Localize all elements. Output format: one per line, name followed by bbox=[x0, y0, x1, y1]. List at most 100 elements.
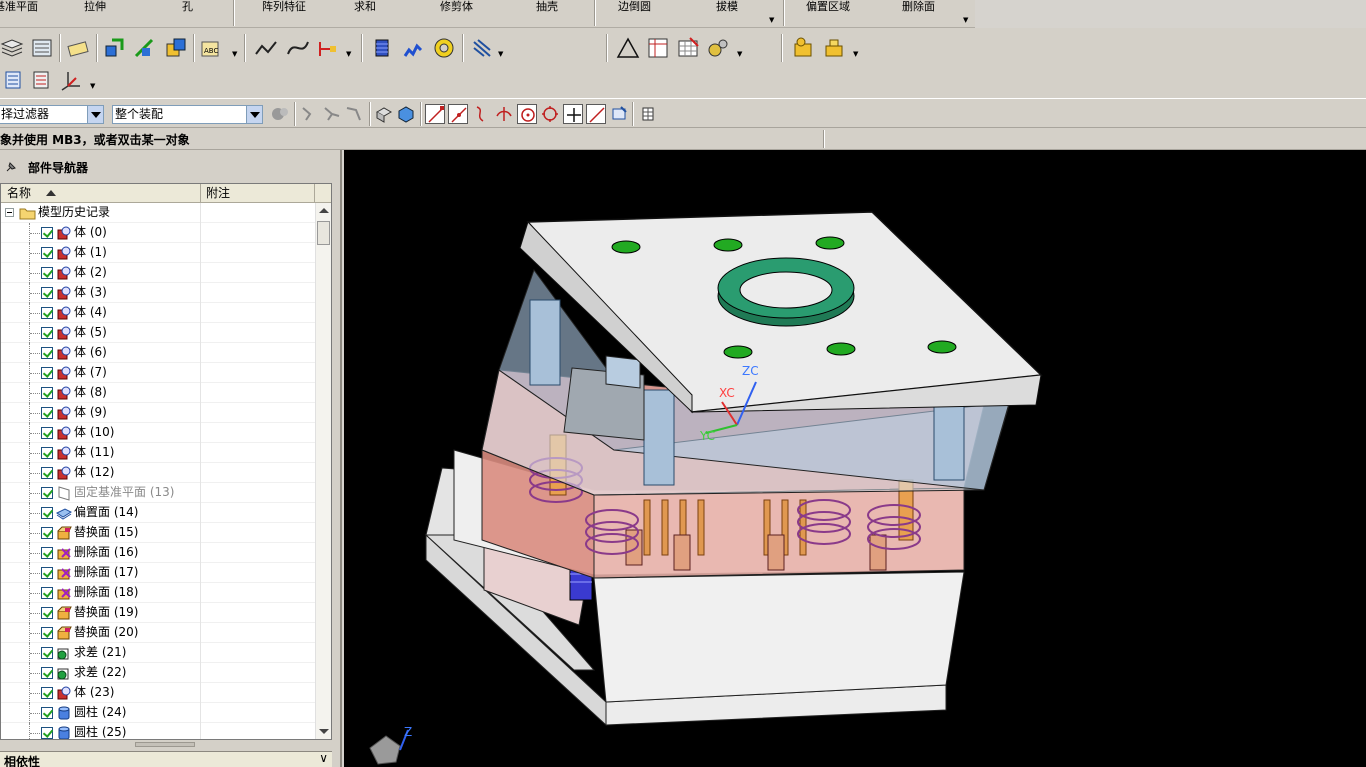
visibility-checkbox[interactable] bbox=[41, 327, 53, 339]
tree-row[interactable]: 替换面 (15) bbox=[1, 523, 315, 543]
tree-row[interactable]: 体 (3) bbox=[1, 283, 315, 303]
parts-list-icon[interactable] bbox=[30, 68, 54, 92]
horizontal-scrollbar[interactable] bbox=[0, 742, 332, 750]
visibility-checkbox[interactable] bbox=[41, 267, 53, 279]
triangle-icon[interactable] bbox=[616, 36, 640, 60]
shell-button[interactable]: 抽壳 bbox=[536, 0, 558, 14]
visibility-checkbox[interactable] bbox=[41, 467, 53, 479]
visibility-checkbox[interactable] bbox=[41, 347, 53, 359]
visibility-checkbox[interactable] bbox=[41, 287, 53, 299]
trim-body-button[interactable]: 修剪体 bbox=[440, 0, 473, 14]
endpoint-snap-icon[interactable] bbox=[425, 104, 445, 124]
layer-icon[interactable] bbox=[0, 36, 24, 60]
quick-pick-icon[interactable] bbox=[638, 104, 658, 124]
tree-row[interactable]: 固定基准平面 (13) bbox=[1, 483, 315, 503]
delete-face-button[interactable]: 删除面 bbox=[902, 0, 935, 14]
tree-row[interactable]: 体 (11) bbox=[1, 443, 315, 463]
tree-row[interactable]: 体 (1) bbox=[1, 243, 315, 263]
snap-settings-icon[interactable] bbox=[609, 104, 629, 124]
visibility-checkbox[interactable] bbox=[41, 727, 53, 739]
visibility-checkbox[interactable] bbox=[41, 587, 53, 599]
visibility-checkbox[interactable] bbox=[41, 627, 53, 639]
tree-row[interactable]: 求差 (22) bbox=[1, 663, 315, 683]
tree-row[interactable]: 删除面 (17) bbox=[1, 563, 315, 583]
ring-icon[interactable] bbox=[432, 36, 456, 60]
tree-row[interactable]: 圆柱 (24) bbox=[1, 703, 315, 723]
mold-tools-icon[interactable] bbox=[822, 36, 846, 60]
select-assembly-icon[interactable] bbox=[270, 104, 290, 124]
point-on-curve-icon[interactable] bbox=[563, 104, 583, 124]
dimension-icon[interactable] bbox=[316, 36, 340, 60]
visibility-checkbox[interactable] bbox=[41, 567, 53, 579]
tree-row[interactable]: 体 (10) bbox=[1, 423, 315, 443]
control-point-icon[interactable] bbox=[471, 104, 491, 124]
assembly-icon[interactable] bbox=[102, 36, 126, 60]
arc-center-icon[interactable] bbox=[517, 104, 537, 124]
tree-row[interactable]: 体 (6) bbox=[1, 343, 315, 363]
dropdown-icon[interactable]: ▼ bbox=[853, 50, 858, 58]
edit-icon[interactable] bbox=[66, 36, 90, 60]
visibility-checkbox[interactable] bbox=[41, 227, 53, 239]
quadrant-icon[interactable] bbox=[540, 104, 560, 124]
collapse-icon[interactable] bbox=[5, 208, 14, 217]
tree-row[interactable]: 体 (23) bbox=[1, 683, 315, 703]
grid-insert-icon[interactable] bbox=[676, 36, 700, 60]
selection-scope-select[interactable]: 整个装配 bbox=[112, 105, 263, 124]
tree-row[interactable]: 体 (4) bbox=[1, 303, 315, 323]
scroll-down-icon[interactable] bbox=[319, 729, 329, 734]
visibility-checkbox[interactable] bbox=[41, 487, 53, 499]
chevron-down-icon[interactable] bbox=[87, 106, 103, 123]
tree-row[interactable]: 偏置面 (14) bbox=[1, 503, 315, 523]
visibility-checkbox[interactable] bbox=[41, 427, 53, 439]
tree-row[interactable]: 删除面 (16) bbox=[1, 543, 315, 563]
tree-row[interactable]: 求差 (21) bbox=[1, 643, 315, 663]
datum-plane-button[interactable]: 基准平面 bbox=[0, 0, 38, 14]
shaded-view-icon[interactable] bbox=[396, 104, 416, 124]
select-edge-icon[interactable] bbox=[344, 104, 364, 124]
hole-button[interactable]: 孔 bbox=[182, 0, 193, 14]
tree-row[interactable]: 体 (0) bbox=[1, 223, 315, 243]
visibility-checkbox[interactable] bbox=[41, 707, 53, 719]
visibility-checkbox[interactable] bbox=[41, 447, 53, 459]
offset-region-button[interactable]: 偏置区域 bbox=[806, 0, 850, 14]
tree-row[interactable]: 体 (2) bbox=[1, 263, 315, 283]
mold-wizard-icon[interactable] bbox=[791, 36, 815, 60]
visibility-checkbox[interactable] bbox=[41, 307, 53, 319]
name-column-header[interactable]: 名称 bbox=[1, 184, 201, 203]
tree-row[interactable]: 替换面 (19) bbox=[1, 603, 315, 623]
scroll-thumb[interactable] bbox=[135, 742, 195, 747]
tree-row[interactable]: 体 (12) bbox=[1, 463, 315, 483]
tree-row[interactable]: 体 (9) bbox=[1, 403, 315, 423]
scroll-up-icon[interactable] bbox=[319, 208, 329, 213]
feature-dropdown-icon[interactable]: ▼ bbox=[769, 16, 774, 24]
visibility-checkbox[interactable] bbox=[41, 367, 53, 379]
tree-root-row[interactable]: 模型历史记录 bbox=[1, 203, 315, 223]
tree-row[interactable]: 体 (5) bbox=[1, 323, 315, 343]
curve-icon[interactable] bbox=[286, 36, 310, 60]
visibility-checkbox[interactable] bbox=[41, 547, 53, 559]
visibility-checkbox[interactable] bbox=[41, 247, 53, 259]
point-on-face-icon[interactable] bbox=[586, 104, 606, 124]
tree-row[interactable]: 圆柱 (25) bbox=[1, 723, 315, 739]
chevron-down-icon[interactable] bbox=[246, 106, 262, 123]
graphics-viewport[interactable]: ZC XC YC Z bbox=[344, 150, 1366, 767]
vertical-scrollbar[interactable] bbox=[315, 203, 331, 739]
cylinder-icon[interactable] bbox=[370, 36, 394, 60]
type-filter-select[interactable]: 择过滤器 bbox=[0, 105, 104, 124]
visibility-checkbox[interactable] bbox=[41, 527, 53, 539]
select-face-icon[interactable] bbox=[322, 104, 342, 124]
tree-row[interactable]: 体 (8) bbox=[1, 383, 315, 403]
visibility-checkbox[interactable] bbox=[41, 387, 53, 399]
csys-icon[interactable] bbox=[60, 68, 84, 92]
pattern-feature-button[interactable]: 阵列特征 bbox=[262, 0, 306, 14]
dependency-panel-header[interactable]: 相依性 ∨ bbox=[0, 751, 332, 767]
visibility-checkbox[interactable] bbox=[41, 407, 53, 419]
dropdown-icon[interactable]: ▼ bbox=[498, 50, 503, 58]
move-icon[interactable] bbox=[132, 36, 156, 60]
tree-row[interactable]: 删除面 (18) bbox=[1, 583, 315, 603]
draft-button[interactable]: 拔模 bbox=[716, 0, 738, 14]
visibility-checkbox[interactable] bbox=[41, 607, 53, 619]
dropdown-icon[interactable]: ▼ bbox=[737, 50, 742, 58]
edge-blend-button[interactable]: 边倒圆 bbox=[618, 0, 651, 14]
tree-row[interactable]: 替换面 (20) bbox=[1, 623, 315, 643]
